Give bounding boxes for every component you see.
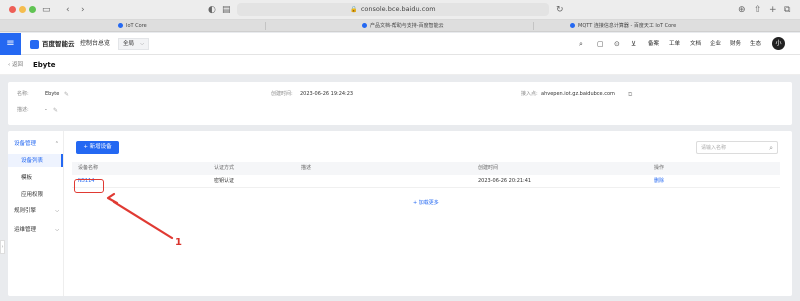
download-icon[interactable]: ⊕: [738, 4, 746, 16]
logo[interactable]: 百度智能云: [30, 39, 75, 49]
favicon-icon: [570, 23, 575, 28]
favicon-icon: [362, 23, 367, 28]
delete-link[interactable]: 删除: [654, 178, 664, 185]
tab-iot-core[interactable]: IoT Core: [118, 20, 147, 32]
annotation-number: 1: [175, 237, 182, 248]
chevron-down-icon: ⌵: [55, 208, 59, 214]
table-row: N5114 密钥认证 2023-06-26 20:21:41 删除: [72, 175, 780, 188]
sidebar-item-template[interactable]: 模板: [21, 173, 32, 183]
sidebar-item-device-list[interactable]: 设备列表: [21, 156, 43, 166]
nav-beian[interactable]: 备案: [648, 40, 659, 48]
copy-icon[interactable]: ⧉: [628, 91, 632, 98]
tab-mqtt-calculator[interactable]: MQTT 连接信息计算器 - 百度天工 IoT Core: [570, 20, 676, 32]
nav-finance[interactable]: 财务: [730, 40, 741, 48]
tab-strip: IoT Core 产品文档-帮助与支持-百度智能云 MQTT 连接信息计算器 -…: [0, 20, 800, 32]
back-arrow-icon[interactable]: ‹: [66, 4, 70, 16]
lock-icon: 🔒: [350, 6, 358, 13]
load-more-button[interactable]: + 加载更多: [413, 200, 439, 207]
console-overview-link[interactable]: 控制台总览: [80, 39, 110, 49]
logo-mark-icon: [30, 39, 39, 49]
menu-icon[interactable]: ≡: [0, 33, 21, 55]
edit-desc-icon[interactable]: ✎: [53, 107, 58, 114]
sidebar: 设备管理 ⌃ 设备列表 模板 应用权限 规则引擎 ⌵ 运维管理 ⌵: [8, 131, 64, 296]
search-box[interactable]: ⌕: [696, 141, 778, 154]
highlight-box: [74, 179, 104, 193]
new-tab-icon[interactable]: +: [769, 4, 777, 16]
search-icon[interactable]: ⌕: [769, 143, 773, 153]
forward-arrow-icon[interactable]: ›: [81, 4, 85, 16]
created-time-cell: 2023-06-26 20:21:41: [478, 178, 532, 184]
created-value: 2023-06-26 19:24:23: [300, 91, 354, 97]
reload-icon[interactable]: ↻: [556, 4, 564, 16]
name-label: 名称:: [17, 91, 29, 97]
sidebar-group-device-management[interactable]: 设备管理 ⌃: [14, 139, 62, 149]
browser-toolbar: ▭ ‹ › ◐ ▤ 🔒 console.bce.baidu.com ↻ ⊕ ⇧ +…: [0, 0, 800, 20]
reader-icon[interactable]: ▤: [222, 4, 231, 16]
message-icon[interactable]: ▢: [597, 39, 604, 49]
add-device-button[interactable]: + 新增设备: [76, 141, 119, 154]
nav-docs[interactable]: 文档: [690, 40, 701, 48]
sidebar-group-ops[interactable]: 运维管理 ⌵: [14, 225, 62, 235]
help-icon[interactable]: ⊙: [614, 39, 620, 49]
column-header: 操作: [654, 165, 665, 171]
shield-icon[interactable]: ◐: [208, 4, 216, 16]
nav-ticket[interactable]: 工单: [669, 40, 680, 48]
tab-overview-icon[interactable]: ⧉: [784, 4, 790, 16]
created-label: 创建时间:: [271, 91, 293, 97]
tab-docs[interactable]: 产品文档-帮助与支持-百度智能云: [362, 20, 444, 32]
region-select[interactable]: 全局 ⌵: [118, 38, 149, 50]
address-bar[interactable]: 🔒 console.bce.baidu.com: [237, 3, 549, 16]
nav-ecosystem[interactable]: 生态: [750, 40, 761, 48]
chevron-up-icon: ⌃: [54, 141, 59, 147]
back-button[interactable]: ‹ 返回: [8, 61, 23, 69]
nav-enterprise[interactable]: 企业: [710, 40, 721, 48]
minimize-window-button[interactable]: [19, 6, 26, 13]
endpoint-label: 接入点:: [521, 91, 538, 97]
chevron-down-icon: ⌵: [140, 41, 144, 47]
page-title: Ebyte: [33, 61, 56, 69]
search-input[interactable]: [701, 144, 765, 152]
breadcrumb: ‹ 返回 Ebyte: [0, 55, 800, 75]
cart-icon[interactable]: ⊻: [631, 39, 636, 49]
sidebar-toggle-icon[interactable]: ▭: [42, 4, 51, 16]
url-text: console.bce.baidu.com: [360, 5, 436, 13]
maximize-window-button[interactable]: [29, 6, 36, 13]
sidebar-group-rule-engine[interactable]: 规则引擎 ⌵: [14, 206, 62, 216]
console-header: ≡ 百度智能云 控制台总览 全局 ⌵ ⌕ ▢ ⊙ ⊻ 备案 工单 文档 企业 财务…: [0, 33, 800, 55]
device-list-panel: 设备管理⌃ 设备列表 模板 应用权限 规则引擎⌵ 运维管理⌵ + 新增设备 ⌕ …: [8, 131, 792, 296]
search-icon[interactable]: ⌕: [579, 39, 583, 49]
edit-name-icon[interactable]: ✎: [64, 91, 69, 98]
sidebar-collapse-handle[interactable]: ›: [0, 240, 5, 254]
column-header: 认证方式: [214, 165, 235, 171]
close-window-button[interactable]: [9, 6, 16, 13]
auth-method-cell: 密钥认证: [214, 178, 235, 184]
sidebar-item-app-permissions[interactable]: 应用权限: [21, 190, 43, 200]
instance-info-card: 名称: Ebyte ✎ 描述: - ✎ 创建时间: 2023-06-26 19:…: [8, 82, 792, 125]
column-header: 创建时间: [478, 165, 499, 171]
avatar[interactable]: 小: [772, 37, 785, 50]
desc-label: 描述:: [17, 107, 29, 113]
table-header: 设备名称 认证方式 描述 创建时间 操作: [72, 162, 780, 175]
share-icon[interactable]: ⇧: [754, 4, 762, 16]
column-header: 描述: [301, 165, 312, 171]
name-value: Ebyte: [45, 91, 60, 97]
column-header: 设备名称: [78, 165, 99, 171]
desc-value: -: [45, 107, 47, 113]
endpoint-value: ahvepen.iot.gz.baidubce.com: [541, 91, 615, 97]
favicon-icon: [118, 23, 123, 28]
chevron-down-icon: ⌵: [55, 227, 59, 233]
